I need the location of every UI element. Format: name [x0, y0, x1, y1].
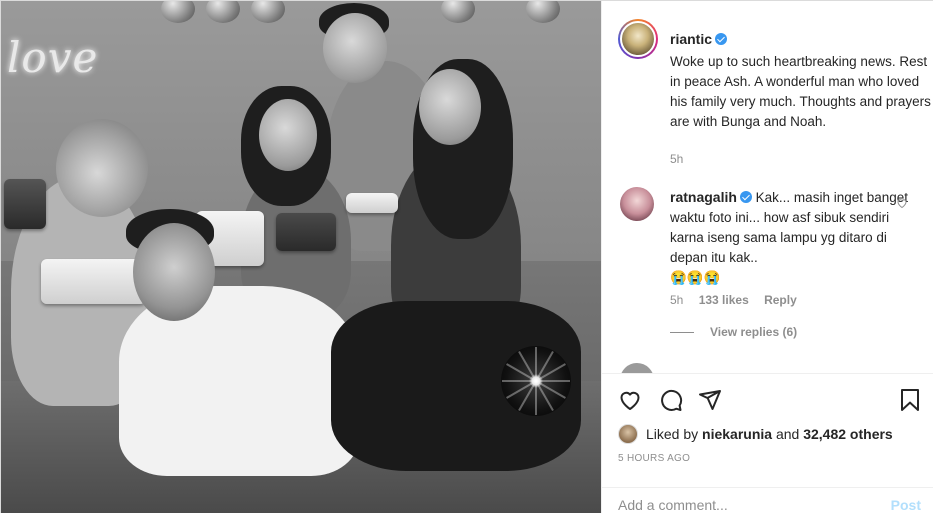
- next-comment-partial: [618, 363, 918, 373]
- neon-sign: love: [7, 33, 99, 82]
- comment-like-icon[interactable]: [896, 197, 908, 209]
- verified-badge-icon: [739, 191, 752, 203]
- liker-username[interactable]: niekarunia: [702, 426, 772, 442]
- commenter-username[interactable]: ratnagalih: [670, 189, 737, 205]
- post-side-panel: riantic Woke up to such heartbreaking ne…: [601, 1, 933, 513]
- cake: [276, 213, 336, 251]
- post-timestamp[interactable]: 5 HOURS AGO: [618, 453, 690, 464]
- save-button[interactable]: [896, 386, 924, 414]
- comment-likes[interactable]: 133 likes: [699, 293, 749, 307]
- commenter-avatar: [620, 363, 654, 373]
- liked-by-prefix: Liked by: [646, 426, 699, 442]
- liker-avatar[interactable]: [618, 424, 638, 444]
- gift-box: [4, 179, 46, 229]
- comment-meta: 5h 133 likes Reply: [670, 293, 797, 307]
- liked-by-connector: and: [775, 426, 800, 442]
- share-icon: [699, 390, 721, 410]
- comment-emojis: 😭😭😭: [670, 270, 721, 285]
- likes-count[interactable]: 32,482 others: [803, 426, 893, 442]
- action-bar: Liked by niekarunia and 32,482 others 5 …: [602, 373, 933, 513]
- heart-icon: [620, 391, 640, 410]
- post-photo[interactable]: love: [1, 1, 601, 513]
- liked-by: Liked by niekarunia and 32,482 others: [618, 424, 893, 444]
- post-comment-button[interactable]: Post: [891, 497, 921, 513]
- comment-time[interactable]: 5h: [670, 293, 683, 307]
- avatar-image: [620, 21, 656, 57]
- share-button[interactable]: [696, 386, 724, 414]
- post-modal: love riantic Woke up to such heartbreaki…: [0, 0, 933, 513]
- face: [323, 13, 387, 83]
- view-replies-label: View replies (6): [710, 325, 798, 339]
- face: [419, 69, 481, 145]
- comment-icon: [661, 389, 683, 411]
- comment-form: Post: [602, 487, 933, 513]
- caption-text: Woke up to such heartbreaking news. Rest…: [670, 54, 931, 129]
- author-username[interactable]: riantic: [670, 31, 712, 47]
- face: [56, 119, 148, 217]
- author-avatar[interactable]: [618, 19, 658, 59]
- face: [133, 223, 215, 321]
- divider-line: [670, 332, 694, 334]
- reply-button[interactable]: Reply: [764, 293, 797, 307]
- cake: [41, 259, 146, 304]
- comment-button[interactable]: [657, 386, 685, 414]
- caption-body: riantic Woke up to such heartbreaking ne…: [670, 29, 932, 132]
- view-replies-button[interactable]: View replies (6): [670, 325, 797, 339]
- comment-body: ratnagalih Kak... masih inget banget wak…: [670, 187, 910, 288]
- comment-item: ratnagalih Kak... masih inget banget wak…: [618, 185, 928, 345]
- face: [259, 99, 317, 171]
- verified-badge-icon: [715, 33, 728, 45]
- commenter-avatar[interactable]: [620, 187, 654, 221]
- like-button[interactable]: [616, 386, 644, 414]
- cake: [346, 193, 398, 213]
- bookmark-icon: [901, 389, 919, 411]
- caption-time[interactable]: 5h: [670, 152, 683, 166]
- add-comment-input[interactable]: [618, 497, 868, 513]
- caption: riantic Woke up to such heartbreaking ne…: [618, 19, 931, 179]
